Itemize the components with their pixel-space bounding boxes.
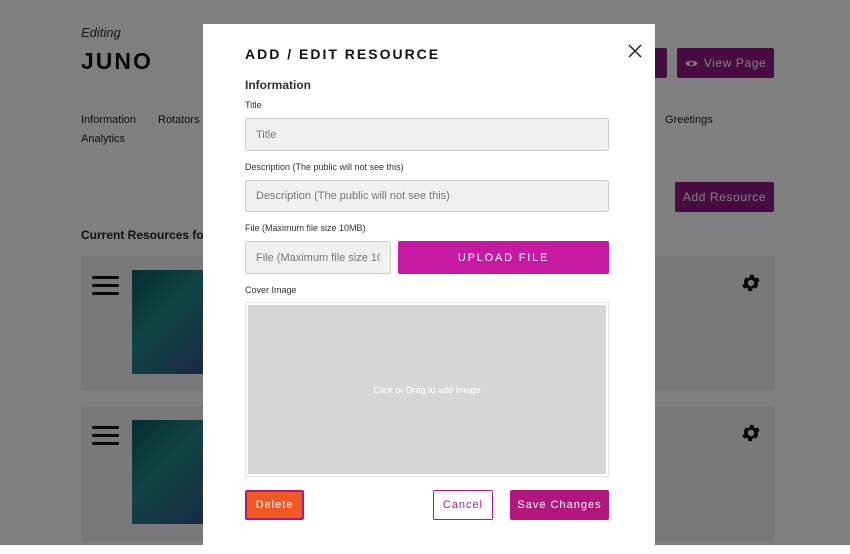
description-input[interactable] xyxy=(245,180,609,212)
resource-modal: ADD / EDIT RESOURCE Information Title De… xyxy=(203,24,655,554)
dropzone-text: Click or Drag to add Image xyxy=(248,305,606,474)
description-label: Description (The public will not see thi… xyxy=(245,162,404,172)
title-input[interactable] xyxy=(245,118,609,151)
delete-button[interactable]: Delete xyxy=(245,490,304,520)
close-icon[interactable] xyxy=(627,43,643,59)
cover-image-dropzone[interactable]: Click or Drag to add Image xyxy=(245,302,609,477)
upload-file-button[interactable]: UPLOAD FILE xyxy=(398,241,609,274)
save-changes-button[interactable]: Save Changes xyxy=(510,490,609,520)
cover-image-label: Cover Image xyxy=(245,285,297,295)
cancel-button[interactable]: Cancel xyxy=(433,490,493,520)
information-heading: Information xyxy=(245,78,311,92)
file-label: File (Maximum file size 10MB) xyxy=(245,223,366,233)
title-label: Title xyxy=(245,100,262,110)
modal-title: ADD / EDIT RESOURCE xyxy=(245,46,441,62)
file-input[interactable] xyxy=(245,241,391,274)
